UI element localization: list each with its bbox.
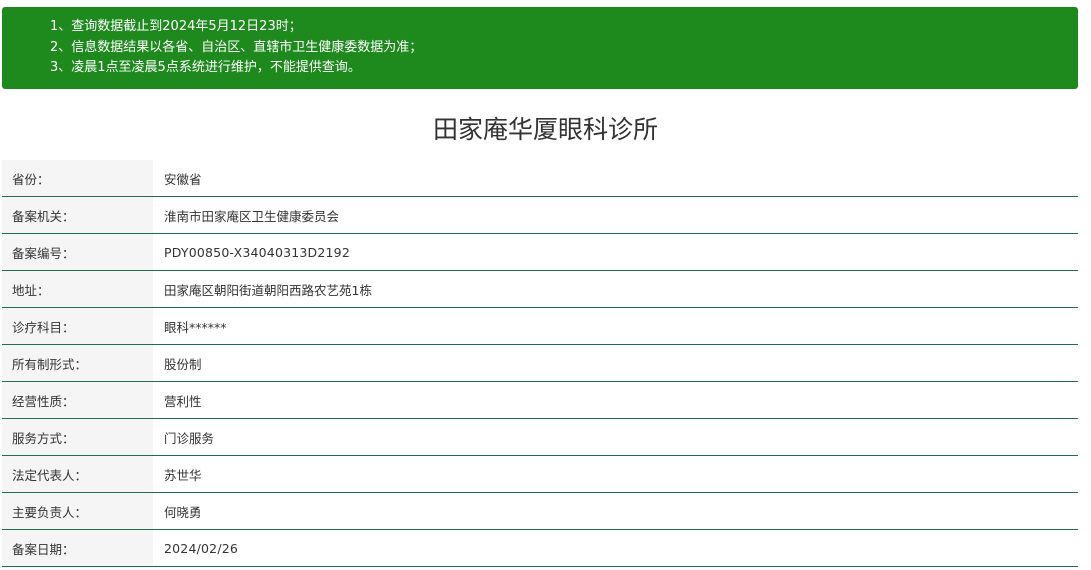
row-value: PDY00850-X34040313D2192 — [153, 234, 1078, 270]
row-value: 苏世华 — [153, 456, 1078, 492]
row-value: 2024/02/26 — [153, 530, 1078, 566]
row-value: 何晓勇 — [153, 493, 1078, 529]
row-label: 主要负责人： — [2, 493, 153, 529]
row-value: 淮南市田家庵区卫生健康委员会 — [153, 197, 1078, 233]
row-value: 田家庵区朝阳街道朝阳西路农艺苑1栋 — [153, 271, 1078, 307]
row-label: 地址： — [2, 271, 153, 307]
info-table: 省份： 安徽省 备案机关： 淮南市田家庵区卫生健康委员会 备案编号： PDY00… — [2, 160, 1078, 567]
table-row: 法定代表人： 苏世华 — [2, 456, 1078, 493]
table-row: 服务方式： 门诊服务 — [2, 419, 1078, 456]
table-row: 所有制形式： 股份制 — [2, 345, 1078, 382]
table-row: 地址： 田家庵区朝阳街道朝阳西路农艺苑1栋 — [2, 271, 1078, 308]
notice-line: 1、查询数据截止到2024年5月12日23时； — [50, 19, 302, 34]
notice-line: 3、凌晨1点至凌晨5点系统进行维护，不能提供查询。 — [50, 60, 361, 75]
row-label: 服务方式： — [2, 419, 153, 455]
row-value: 安徽省 — [153, 160, 1078, 196]
row-label: 省份： — [2, 160, 153, 196]
notice-line: 2、信息数据结果以各省、自治区、直辖市卫生健康委数据为准； — [50, 39, 423, 55]
row-value: 股份制 — [153, 345, 1078, 381]
row-label: 经营性质： — [2, 382, 153, 418]
page-title: 田家庵华厦眼科诊所 — [432, 115, 658, 144]
table-row: 主要负责人： 何晓勇 — [2, 493, 1078, 530]
table-row: 经营性质： 营利性 — [2, 382, 1078, 419]
table-row: 备案机关： 淮南市田家庵区卫生健康委员会 — [2, 197, 1078, 234]
row-label: 所有制形式： — [2, 345, 153, 381]
table-row: 省份： 安徽省 — [2, 160, 1078, 197]
row-label: 法定代表人： — [2, 456, 153, 492]
row-value: 门诊服务 — [153, 419, 1078, 455]
row-value: 眼科****** — [153, 308, 1078, 344]
row-label: 备案日期： — [2, 530, 153, 566]
row-label: 备案编号： — [2, 234, 153, 270]
row-label: 诊疗科目： — [2, 308, 153, 344]
notice-banner: 1、查询数据截止到2024年5月12日23时； 2、信息数据结果以各省、自治区、… — [2, 7, 1078, 89]
table-row: 诊疗科目： 眼科****** — [2, 308, 1078, 345]
row-value: 营利性 — [153, 382, 1078, 418]
row-label: 备案机关： — [2, 197, 153, 233]
table-row: 备案编号： PDY00850-X34040313D2192 — [2, 234, 1078, 271]
table-row: 备案日期： 2024/02/26 — [2, 530, 1078, 567]
